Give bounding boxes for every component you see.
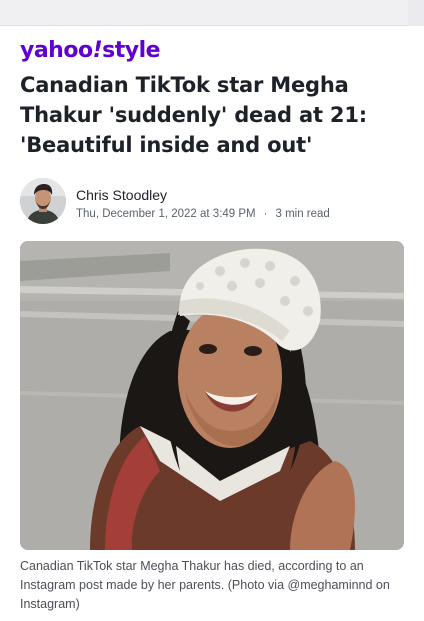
author-avatar-image — [20, 178, 66, 224]
photo-caption: Canadian TikTok star Megha Thakur has di… — [20, 559, 390, 611]
logo-section-text: style — [102, 38, 161, 63]
logo-yahoo-text: yahoo — [20, 38, 93, 63]
publish-date: Thu, December 1, 2022 at 3:49 PM — [76, 208, 256, 220]
meta-separator: · — [263, 208, 268, 220]
browser-top-bar — [0, 0, 424, 26]
read-time: 3 min read — [275, 208, 330, 220]
article-headline: Canadian TikTok star Megha Thakur 'sudde… — [20, 73, 367, 157]
yahoo-style-logo[interactable]: yahoo!style — [20, 36, 161, 66]
logo-bang-text: ! — [92, 38, 103, 63]
article-meta: Thu, December 1, 2022 at 3:49 PM · 3 min r… — [76, 207, 330, 221]
top-bar-edge — [408, 0, 424, 26]
photo-image — [20, 241, 404, 550]
author-avatar[interactable] — [20, 178, 66, 224]
article-photo[interactable] — [20, 241, 404, 550]
author-name[interactable]: Chris Stoodley — [76, 186, 167, 204]
